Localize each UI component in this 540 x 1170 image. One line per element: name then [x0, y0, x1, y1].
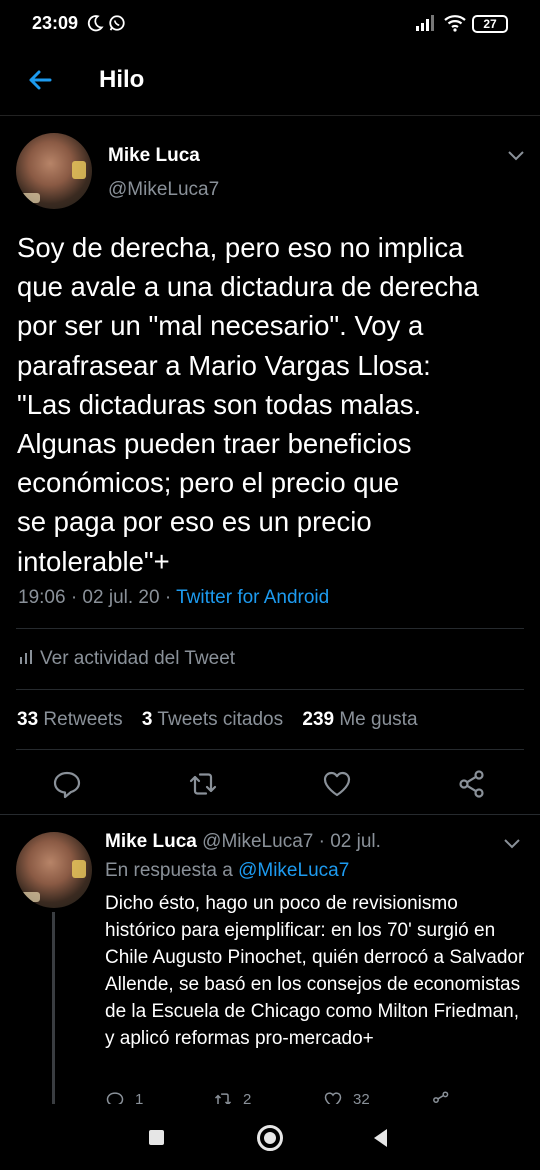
system-nav-bar — [0, 1104, 540, 1170]
reply-handle-date: @MikeLuca7 · 02 jul. — [202, 831, 381, 852]
heart-icon — [324, 1092, 342, 1104]
reply-comment-button[interactable]: 1 — [105, 1090, 143, 1104]
reply-author-name: Mike Luca — [105, 831, 197, 852]
heart-icon[interactable] — [321, 768, 353, 800]
back-triangle-icon[interactable] — [372, 1128, 388, 1148]
recents-button[interactable] — [149, 1130, 164, 1145]
likes-stat[interactable]: 239 Me gusta — [302, 709, 417, 730]
battery-icon: 27 — [472, 15, 508, 33]
divider — [16, 749, 524, 750]
share-icon — [433, 1091, 449, 1103]
comment-icon — [106, 1092, 124, 1104]
share-icon[interactable] — [456, 768, 488, 800]
moon-icon — [87, 15, 104, 32]
avatar[interactable] — [16, 133, 92, 209]
arrow-left-icon[interactable] — [24, 64, 56, 96]
reply-context: En respuesta a @MikeLuca7 — [105, 860, 350, 881]
signal-icon — [416, 15, 434, 31]
thread-line — [52, 912, 55, 1104]
retweets-stat[interactable]: 33 Retweets — [17, 709, 123, 730]
reply-like-button[interactable]: 32 — [323, 1090, 370, 1104]
retweet-icon[interactable] — [187, 768, 219, 800]
reply-share-button[interactable] — [431, 1090, 461, 1104]
reply-retweet-button[interactable]: 2 — [213, 1090, 251, 1104]
bar-chart-icon — [20, 650, 32, 664]
status-time: 23:09 — [32, 13, 79, 33]
avatar[interactable] — [16, 832, 92, 908]
tweet-meta: 19:06 · 02 jul. 20 · Twitter for Android — [18, 587, 329, 609]
whatsapp-icon — [109, 15, 125, 31]
tweet-text: Soy de derecha, pero eso no implica que … — [17, 232, 479, 577]
reply-actions: 1 2 32 — [105, 1090, 525, 1104]
tweet-stats: 33 Retweets 3 Tweets citados 239 Me gust… — [17, 709, 418, 731]
page-title: Hilo — [99, 66, 145, 93]
chevron-down-icon[interactable] — [502, 836, 522, 850]
home-button[interactable] — [257, 1125, 283, 1151]
chevron-down-icon[interactable] — [506, 148, 526, 162]
status-bar: 23:09 27 — [0, 0, 540, 50]
wifi-icon — [444, 15, 466, 32]
divider — [16, 628, 524, 629]
reply-text: Dicho ésto, hago un poco de revisionismo… — [105, 893, 525, 1049]
tweet-datetime: 19:06 · 02 jul. 20 · — [18, 587, 177, 608]
author-name[interactable]: Mike Luca — [108, 145, 200, 167]
tweet-actions — [0, 764, 540, 804]
tweet-source[interactable]: Twitter for Android — [176, 587, 329, 608]
app-header: Hilo — [0, 50, 540, 116]
comment-icon[interactable] — [51, 768, 83, 800]
retweet-icon — [214, 1093, 232, 1104]
author-handle[interactable]: @MikeLuca7 — [108, 179, 219, 201]
divider — [16, 689, 524, 690]
reply-mention[interactable]: @MikeLuca7 — [238, 860, 349, 881]
quotes-stat[interactable]: 3 Tweets citados — [142, 709, 283, 730]
activity-label: Ver actividad del Tweet — [40, 648, 236, 669]
reply-header[interactable]: Mike Luca @MikeLuca7 · 02 jul. — [105, 831, 381, 853]
divider — [0, 814, 540, 815]
tweet-activity-link[interactable]: Ver actividad del Tweet — [18, 648, 235, 670]
